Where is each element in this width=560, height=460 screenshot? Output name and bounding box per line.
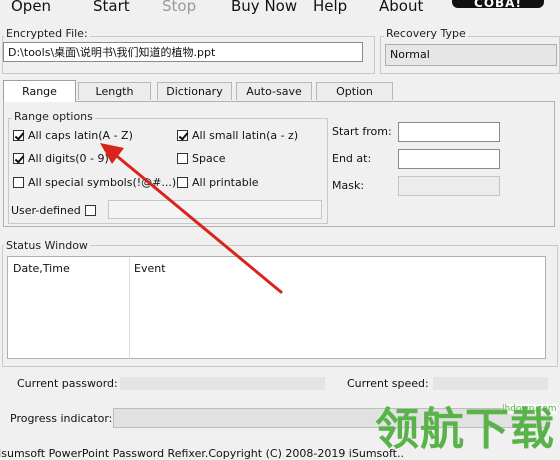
annotation-arrow-icon	[100, 143, 283, 294]
watermark-text: 领航下载	[375, 404, 555, 455]
tab-range[interactable]: Range	[3, 80, 76, 102]
